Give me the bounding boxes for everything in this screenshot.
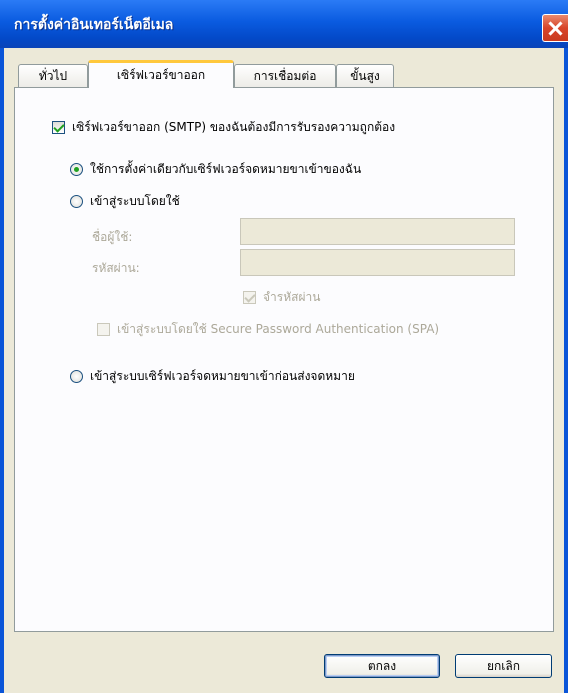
smtp-auth-label: เซิร์ฟเวอร์ขาออก (SMTP) ของฉันต้องมีการร… bbox=[72, 120, 396, 134]
spa-checkbox[interactable] bbox=[97, 323, 110, 336]
radio-login-incoming-first[interactable] bbox=[70, 370, 83, 383]
radio-login-incoming-first-label: เข้าสู่ระบบเซิร์ฟเวอร์จดหมายขาเข้าก่อนส่… bbox=[90, 369, 355, 383]
cancel-button[interactable]: ยกเลิก bbox=[455, 654, 552, 678]
window-frame-left bbox=[0, 48, 4, 693]
tab-advanced[interactable]: ขั้นสูง bbox=[336, 64, 394, 88]
close-icon[interactable] bbox=[542, 14, 568, 42]
tab-general[interactable]: ทั่วไป bbox=[18, 64, 88, 88]
remember-password-checkbox[interactable] bbox=[243, 291, 256, 304]
password-label: รหัสผ่าน: bbox=[92, 261, 140, 275]
radio-login-using[interactable] bbox=[70, 195, 83, 208]
tab-outgoing-server[interactable]: เซิร์ฟเวอร์ขาออก bbox=[88, 60, 234, 88]
username-input[interactable] bbox=[240, 218, 515, 245]
spa-label: เข้าสู่ระบบโดยใช้ Secure Password Authen… bbox=[117, 322, 440, 336]
password-input[interactable] bbox=[240, 249, 515, 276]
window-title: การตั้งค่าอินเทอร์เน็ตอีเมล bbox=[14, 17, 174, 33]
remember-password-label: จำรหัสผ่าน bbox=[263, 290, 321, 304]
tab-connection[interactable]: การเชื่อมต่อ bbox=[234, 64, 336, 88]
ok-button[interactable]: ตกลง bbox=[324, 654, 440, 678]
smtp-auth-checkbox[interactable] bbox=[52, 121, 65, 134]
username-label: ชื่อผู้ใช้: bbox=[92, 230, 133, 244]
radio-same-settings-label: ใช้การตั้งค่าเดียวกับเซิร์ฟเวอร์จดหมายขา… bbox=[90, 162, 362, 176]
radio-login-using-label: เข้าสู่ระบบโดยใช้ bbox=[90, 194, 180, 208]
radio-same-settings[interactable] bbox=[70, 163, 83, 176]
title-bar: การตั้งค่าอินเทอร์เน็ตอีเมล bbox=[0, 0, 568, 48]
window-frame-right bbox=[564, 48, 568, 693]
